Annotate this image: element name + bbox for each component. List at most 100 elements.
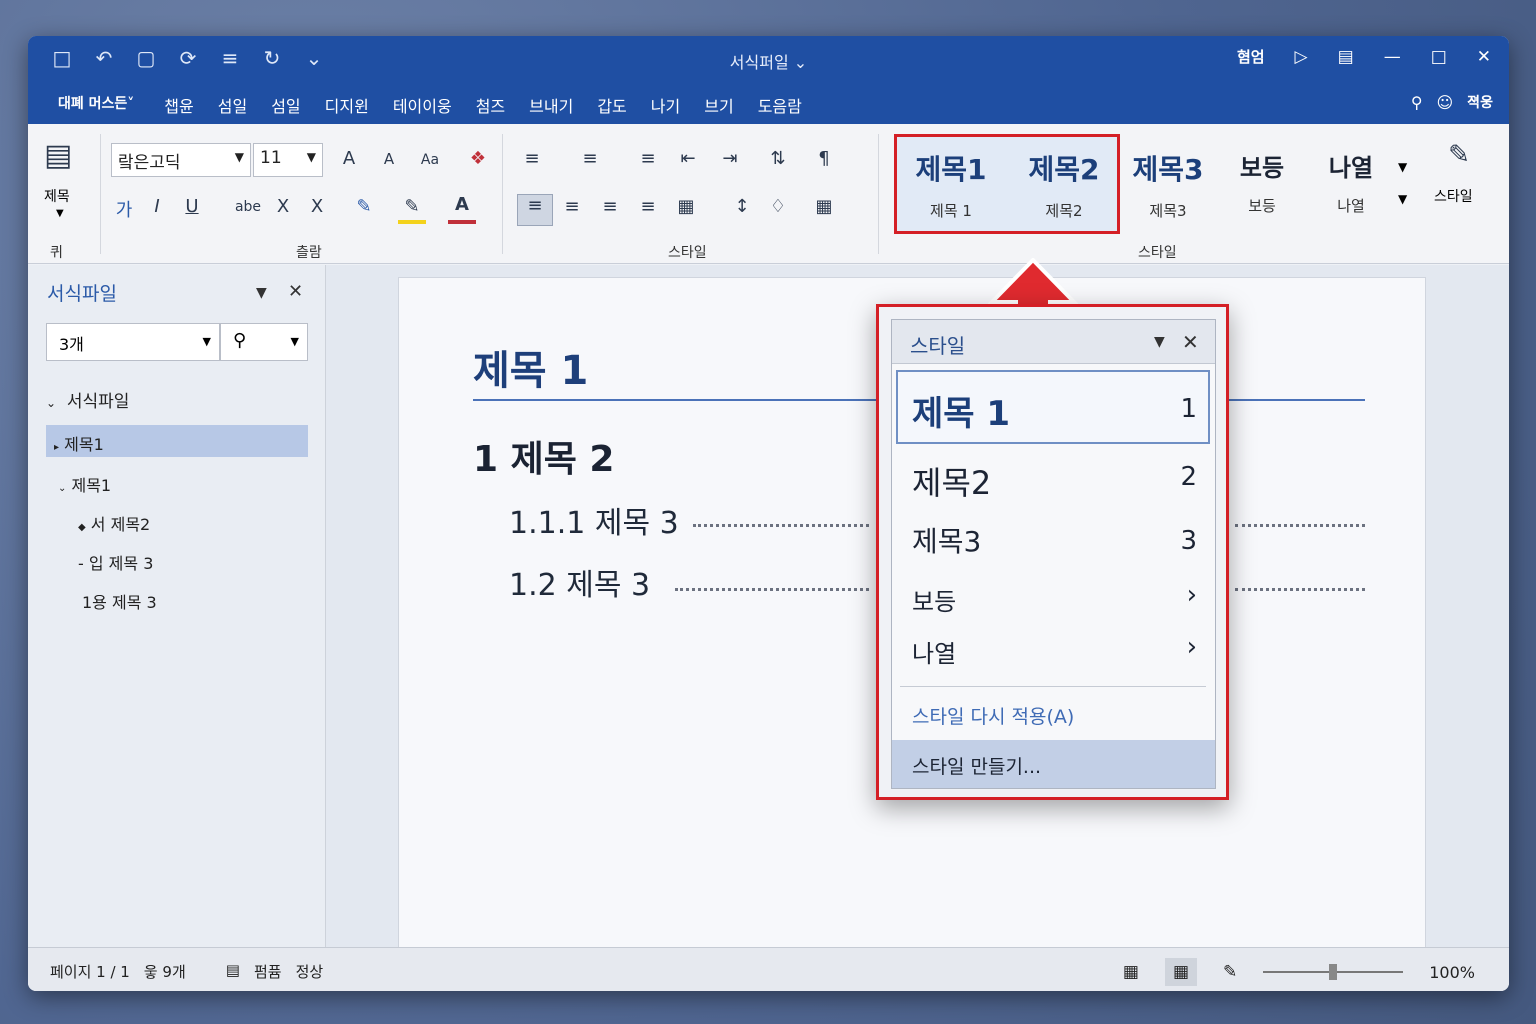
account-label[interactable]: 혐엄 — [1237, 46, 1265, 67]
share-label[interactable]: 젹웅 — [1467, 92, 1493, 112]
tab-view[interactable]: 나기 — [639, 93, 692, 117]
tab-home[interactable]: 챕윤 — [152, 93, 205, 117]
nav-item[interactable]: ⌄ 제목1 — [58, 472, 111, 496]
tab-design[interactable]: 디지윈 — [313, 93, 381, 117]
word-count[interactable]: 웋 9개 — [144, 961, 186, 982]
create-style-button[interactable]: 스타일 만들기... — [892, 740, 1215, 788]
style-list[interactable]: 나열 나열 — [1306, 136, 1396, 222]
present-icon[interactable]: ▷ — [1295, 47, 1308, 67]
nav-search-button[interactable]: ⚲ ▼ — [220, 323, 308, 361]
nav-search-input[interactable]: 3개 ▼ — [46, 323, 220, 361]
change-case-icon[interactable]: Aa — [416, 152, 444, 168]
reapply-style-link[interactable]: 스타일 다시 적용(A) — [912, 702, 1074, 729]
grow-font-icon[interactable]: A — [335, 148, 363, 169]
borders-icon[interactable]: ▦ — [810, 196, 838, 217]
justify-icon[interactable]: ≡ — [634, 196, 662, 217]
superscript-button[interactable]: X — [303, 196, 331, 217]
mode-label[interactable]: 펌퓸 — [254, 961, 282, 982]
shrink-font-icon[interactable]: A — [375, 150, 403, 168]
line-spacing-icon[interactable]: ↕ — [728, 196, 756, 217]
chevron-down-icon[interactable]: ▼ — [1154, 334, 1165, 350]
maximize-icon[interactable]: □ — [1431, 47, 1447, 67]
search-icon[interactable]: ⚲ — [1411, 93, 1423, 112]
styles-pane-icon[interactable]: ✎ — [1445, 140, 1473, 170]
heading3a-text[interactable]: 1.1.1 제목 3 — [509, 498, 679, 542]
increase-indent-icon[interactable]: ⇥ — [716, 148, 744, 169]
close-icon[interactable]: ✕ — [1477, 47, 1491, 67]
style-row-heading1[interactable]: 제목 1 — [912, 386, 1010, 435]
nav-item[interactable]: - 입 제목 3 — [78, 550, 153, 574]
ribbon-display-icon[interactable]: ▤ — [1338, 47, 1354, 67]
numbering-icon[interactable]: ≡ — [576, 148, 604, 169]
strikethrough-button[interactable]: abe — [228, 199, 268, 215]
font-size-combo[interactable]: 11 ▼ — [253, 143, 323, 177]
styles-pane-button[interactable]: 스타일 — [1434, 186, 1473, 206]
user-icon[interactable]: ☺ — [1437, 93, 1454, 112]
gallery-more-icon[interactable]: ▼ — [1398, 192, 1407, 206]
italic-button[interactable]: I — [143, 196, 171, 217]
style-row-normal[interactable]: 보등 — [912, 582, 956, 617]
proofing-icon[interactable]: ▤ — [226, 961, 240, 982]
document-title-text: 서식퍼일 — [729, 53, 789, 72]
chevron-right-icon[interactable]: › — [1187, 632, 1197, 662]
heading1-text[interactable]: 제목 1 — [473, 338, 588, 396]
nav-tree-root[interactable]: ⌄ 서식파일 — [46, 387, 129, 412]
nav-item[interactable]: ◆ 서 제목2 — [78, 511, 150, 535]
zoom-slider-thumb[interactable] — [1329, 964, 1338, 980]
shading-icon[interactable]: ♢ — [764, 196, 792, 217]
style-row-heading3[interactable]: 제목3 — [912, 520, 981, 560]
tab-help1[interactable]: 브기 — [692, 93, 745, 117]
print-layout-icon[interactable]: ▦ — [1164, 958, 1197, 986]
style-heading1[interactable]: 제목1 제목 1 — [896, 136, 1006, 222]
style-row-list[interactable]: 나열 — [912, 634, 956, 669]
tab-help[interactable]: 도음람 — [746, 93, 814, 117]
chevron-right-icon[interactable]: › — [1187, 580, 1197, 610]
text-effects-icon[interactable]: ✎ — [350, 196, 378, 217]
gallery-scroll-up-icon[interactable]: ▼ — [1398, 160, 1407, 174]
heading2-text[interactable]: 1 제목 2 — [473, 430, 614, 482]
tab-layout[interactable]: 테이이웅 — [381, 93, 464, 117]
close-icon[interactable]: ✕ — [1182, 330, 1199, 354]
nav-item[interactable]: 1용 제목 3 — [82, 589, 157, 613]
font-color-icon[interactable]: A — [448, 194, 476, 224]
align-left-icon[interactable]: ≡ — [517, 194, 553, 226]
multilevel-icon[interactable]: ≡ — [634, 148, 662, 169]
tab-draw[interactable]: 섬일 — [259, 93, 312, 117]
align-right-icon[interactable]: ≡ — [596, 196, 624, 217]
web-layout-icon[interactable]: ✎ — [1223, 962, 1237, 982]
bold-button[interactable]: 가 — [110, 196, 138, 222]
paste-dropdown-icon[interactable]: ▼ — [56, 208, 64, 219]
zoom-slider[interactable] — [1263, 964, 1404, 980]
show-marks-icon[interactable]: ¶ — [810, 148, 838, 169]
columns-icon[interactable]: ▦ — [672, 196, 700, 217]
nav-item[interactable]: ▸ 제목1 — [54, 431, 104, 455]
subscript-button[interactable]: X — [269, 196, 297, 217]
heading3b-text[interactable]: 1.2 제목 3 — [509, 560, 650, 604]
minimize-icon[interactable]: — — [1384, 47, 1401, 67]
bullets-icon[interactable]: ≡ — [518, 148, 546, 169]
nav-options-icon[interactable]: ▼ — [256, 285, 267, 301]
page-info[interactable]: 페이지 1 / 1 — [50, 961, 130, 982]
decrease-indent-icon[interactable]: ⇤ — [674, 148, 702, 169]
tab-review[interactable]: 갑도 — [585, 93, 638, 117]
style-normal[interactable]: 보등 보등 — [1220, 136, 1304, 222]
underline-button[interactable]: U — [178, 196, 206, 217]
tab-mailings[interactable]: 브내기 — [517, 93, 585, 117]
style-heading3[interactable]: 제목3 제목3 — [1120, 136, 1216, 222]
tab-references[interactable]: 첨즈 — [464, 93, 517, 117]
zoom-level[interactable]: 100% — [1429, 963, 1475, 982]
tab-file[interactable]: 대폐 머스든˅ — [46, 93, 152, 117]
focus-icon[interactable]: ▦ — [1123, 962, 1139, 982]
group-separator — [502, 134, 503, 254]
nav-close-icon[interactable]: ✕ — [288, 281, 303, 302]
paste-label[interactable]: 제목 — [44, 186, 70, 206]
tab-insert[interactable]: 섬일 — [206, 93, 259, 117]
style-row-heading2[interactable]: 제목2 — [912, 458, 991, 504]
font-name-combo[interactable]: 랔은고딕 ▼ — [111, 143, 251, 177]
clear-format-icon[interactable]: ❖ — [464, 148, 492, 169]
highlight-icon[interactable]: ✎ — [398, 196, 426, 224]
paste-icon[interactable]: ▤ — [44, 138, 72, 173]
style-heading2[interactable]: 제목2 제목2 — [1010, 136, 1118, 222]
align-center-icon[interactable]: ≡ — [558, 196, 586, 217]
sort-icon[interactable]: ⇅ — [764, 148, 792, 169]
